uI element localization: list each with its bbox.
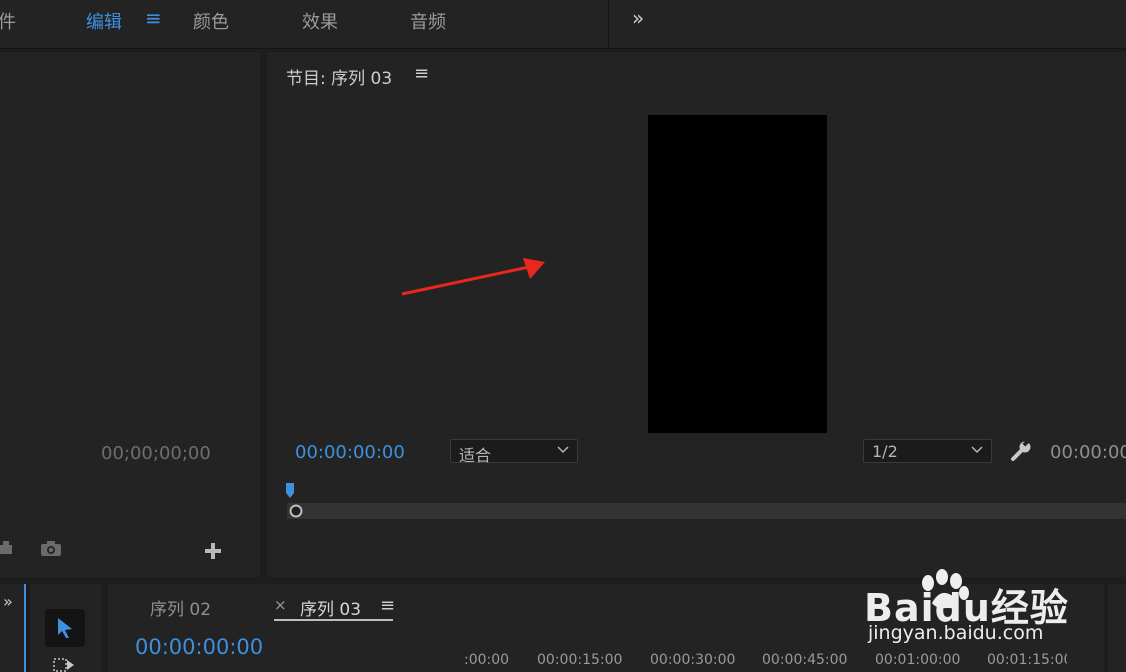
source-panel: 00;00;00;00 bbox=[0, 52, 260, 577]
selection-tool-button[interactable] bbox=[45, 609, 85, 647]
workspace-divider bbox=[608, 0, 609, 48]
panel-menu-icon[interactable]: ≡ bbox=[414, 63, 429, 84]
selection-arrow-icon bbox=[58, 618, 72, 638]
timeline-tab-seq02[interactable]: 序列 02 bbox=[150, 595, 211, 620]
workspace-menu-icon[interactable]: ≡ bbox=[145, 6, 162, 30]
ruler-label: 00:00:15:00 bbox=[537, 652, 623, 668]
tools-panel bbox=[30, 584, 102, 672]
ruler-label: 00:01:15:00 bbox=[987, 652, 1067, 668]
watermark-url: jingyan.baidu.com bbox=[868, 622, 1044, 644]
ruler-label: 00:00:30:00 bbox=[650, 652, 736, 668]
scrub-bar[interactable] bbox=[287, 503, 1126, 519]
close-tab-icon[interactable]: × bbox=[274, 596, 287, 614]
ruler-label: :00:00 bbox=[464, 652, 510, 668]
resolution-select[interactable]: 1/2 bbox=[863, 439, 992, 463]
collapsed-panel: » bbox=[0, 584, 24, 672]
source-timecode: 00;00;00;00 bbox=[101, 443, 211, 464]
ruler-label: 00:01:00:00 bbox=[875, 652, 961, 668]
timeline-timecode[interactable]: 00:00:00:00 bbox=[135, 635, 263, 659]
expand-panels-icon[interactable]: » bbox=[3, 592, 13, 611]
video-preview[interactable] bbox=[648, 115, 827, 433]
wrench-icon[interactable] bbox=[1010, 440, 1032, 462]
fit-select-value: 适合 bbox=[459, 446, 492, 465]
program-monitor-title[interactable]: 节目: 序列 03 bbox=[286, 64, 392, 89]
add-button-icon[interactable] bbox=[204, 542, 222, 560]
workspace-tab-partial[interactable]: 件 bbox=[0, 8, 16, 34]
workspace-tab-audio[interactable]: 音频 bbox=[410, 8, 446, 34]
chevron-down-icon bbox=[557, 446, 569, 454]
workspace-bar: 件 编辑 ≡ 颜色 效果 音频 » bbox=[0, 0, 1126, 49]
camera-icon[interactable] bbox=[40, 541, 62, 557]
watermark: Baidu经验 jingyan.baidu.com bbox=[862, 569, 1114, 649]
active-tab-underline bbox=[274, 619, 393, 621]
panel-focus-indicator bbox=[24, 584, 26, 672]
timeline-tab-seq03[interactable]: 序列 03 bbox=[300, 595, 361, 620]
export-frame-icon[interactable] bbox=[0, 539, 16, 557]
more-workspaces-icon[interactable]: » bbox=[632, 6, 644, 30]
resolution-select-value: 1/2 bbox=[872, 442, 898, 461]
program-monitor: 节目: 序列 03 ≡ 00:00:00:00 适合 1/2 00:00:00 bbox=[267, 52, 1126, 611]
track-select-forward-icon[interactable] bbox=[52, 657, 76, 672]
current-timecode[interactable]: 00:00:00:00 bbox=[295, 442, 405, 463]
timeline-menu-icon[interactable]: ≡ bbox=[380, 595, 395, 616]
chevron-down-icon bbox=[971, 446, 983, 454]
duration-timecode: 00:00:00 bbox=[1050, 442, 1126, 463]
workspace-tab-effects[interactable]: 效果 bbox=[302, 8, 338, 34]
fit-select[interactable]: 适合 bbox=[450, 439, 578, 465]
workspace-tab-color[interactable]: 颜色 bbox=[193, 8, 229, 34]
playhead-marker-icon[interactable] bbox=[285, 481, 295, 501]
zoom-handle-icon[interactable] bbox=[288, 503, 304, 519]
annotation-arrow bbox=[401, 258, 545, 296]
ruler-label: 00:00:45:00 bbox=[762, 652, 848, 668]
workspace-tab-edit[interactable]: 编辑 bbox=[86, 8, 122, 34]
